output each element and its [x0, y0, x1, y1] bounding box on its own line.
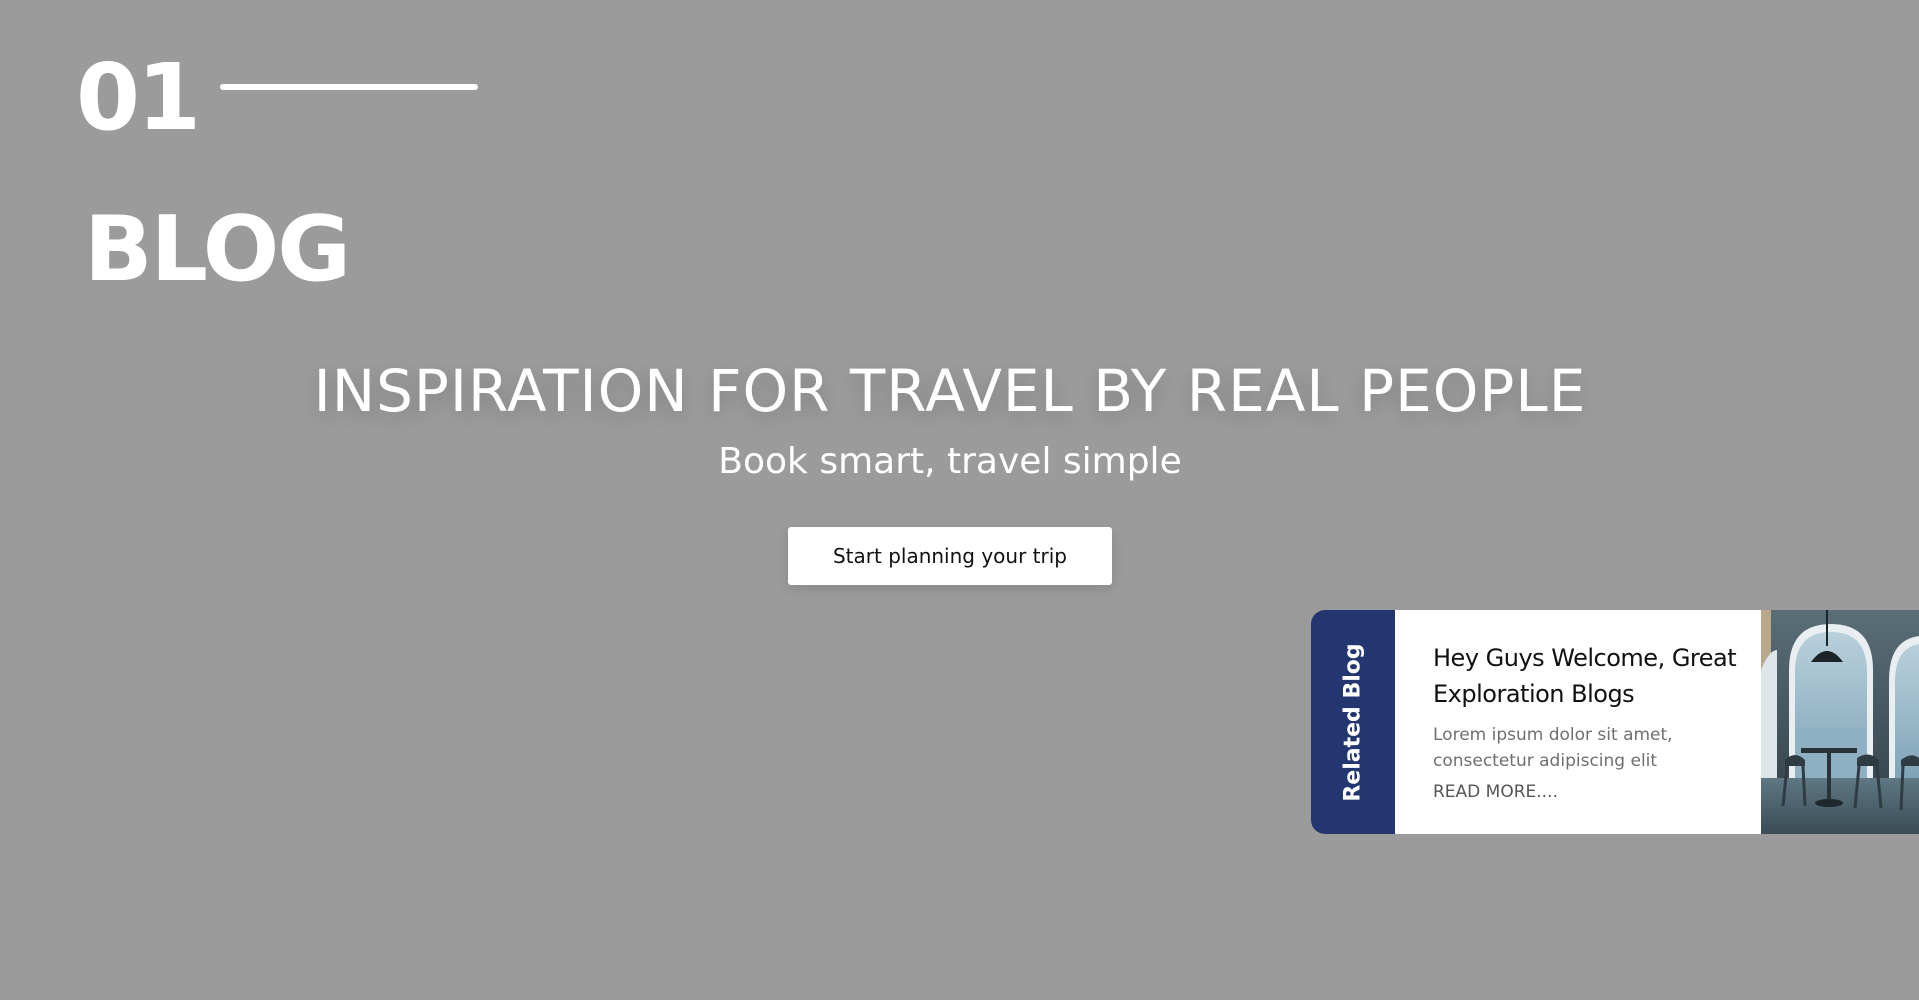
- start-planning-button[interactable]: Start planning your trip: [788, 527, 1112, 585]
- related-blog-card[interactable]: Related Blog Hey Guys Welcome, Great Exp…: [1311, 610, 1919, 834]
- related-blog-title[interactable]: Hey Guys Welcome, Great Exploration Blog…: [1433, 640, 1741, 712]
- slide-number: 01: [76, 44, 201, 151]
- section-title: BLOG: [84, 197, 351, 302]
- hero-subtitle: Book smart, travel simple: [718, 440, 1182, 482]
- related-blog-body: Hey Guys Welcome, Great Exploration Blog…: [1395, 610, 1761, 834]
- cafe-window-photo-icon: [1761, 610, 1919, 834]
- related-blog-image[interactable]: [1761, 610, 1919, 834]
- slide-divider-line: [220, 84, 478, 90]
- related-blog-tab[interactable]: Related Blog: [1311, 610, 1395, 834]
- related-blog-tab-label: Related Blog: [1340, 642, 1366, 802]
- hero-section: 01 BLOG INSPIRATION FOR TRAVEL BY REAL P…: [0, 0, 1919, 1000]
- related-blog-excerpt: Lorem ipsum dolor sit amet, consectetur …: [1433, 725, 1673, 771]
- hero-headline: INSPIRATION FOR TRAVEL BY REAL PEOPLE: [313, 357, 1587, 425]
- hero-text: INSPIRATION FOR TRAVEL BY REAL PEOPLE Bo…: [0, 357, 1900, 483]
- read-more-link[interactable]: READ MORE....: [1433, 782, 1558, 802]
